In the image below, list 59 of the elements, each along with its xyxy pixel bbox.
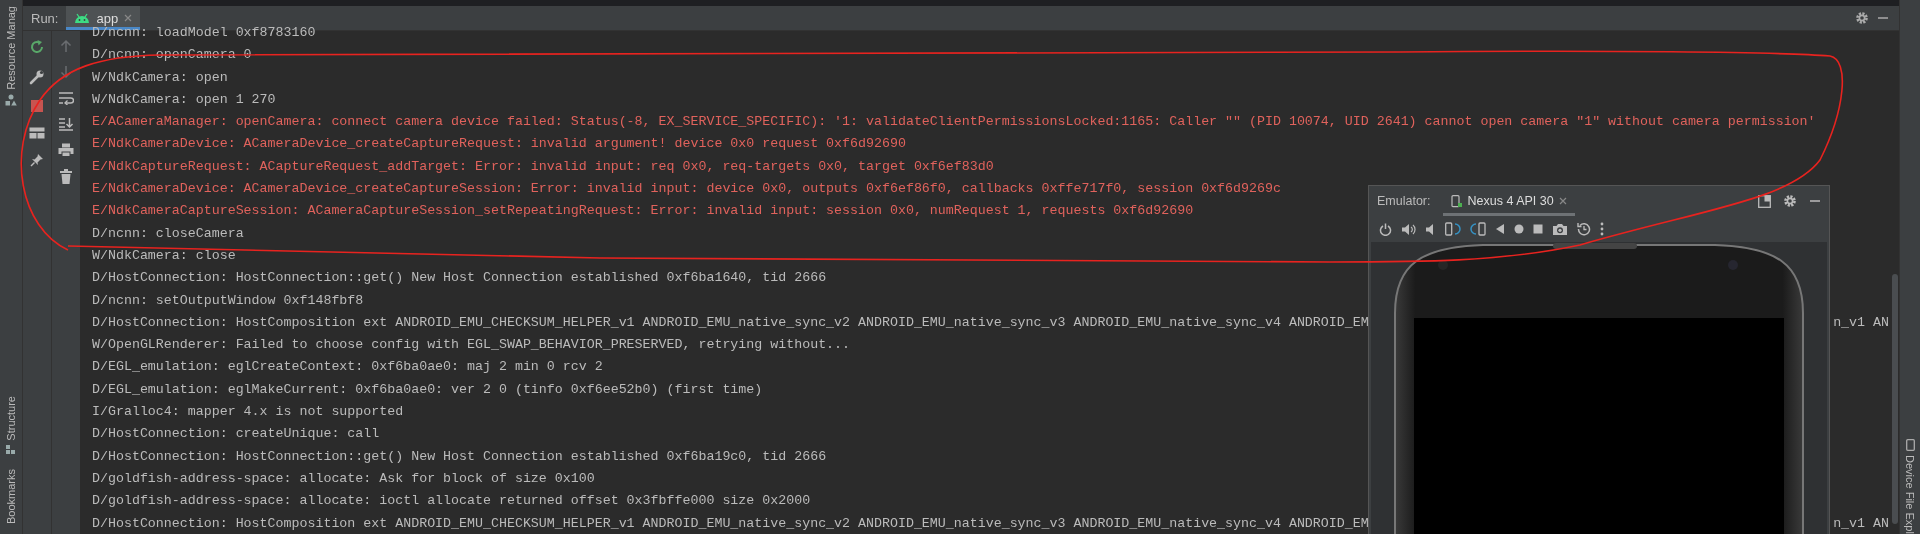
layout-icon[interactable] [29,127,45,139]
tool-window-label[interactable]: Device File Expl [1904,455,1916,534]
log-line: W/NdkCamera: open [92,68,228,87]
android-icon [74,12,91,24]
log-line: D/HostConnection: HostConnection::get() New Host Connection established 0xf6ba1640, tid 2666 [92,269,827,288]
log-line: D/HostConnection: HostComposition ext ANDROID_EMU_CHECKSUM_HELPER_v1 ANDROID_EMU_native_sync_v2 ANDROID_EMU_native_sync_v3 ANDROID_EMU_native_sync_v4 ANDROID_EM [92,514,1369,533]
overview-icon[interactable] [1533,224,1543,234]
log-line: D/HostConnection: HostComposition ext ANDROID_EMU_CHECKSUM_HELPER_v1 ANDROID_EMU_native_sync_v2 ANDROID_EMU_native_sync_v3 ANDROID_EMU_native_sync_v4 ANDROID_EM [92,313,1369,332]
tool-window-label[interactable]: Bookmarks [5,468,17,524]
power-icon[interactable] [1379,222,1392,236]
phone-icon [1905,439,1915,452]
soft-wrap-icon[interactable] [58,91,74,105]
volume-up-icon[interactable] [1401,222,1416,236]
log-line: W/NdkCamera: close [92,246,236,265]
scrollbar-thumb[interactable] [1892,274,1898,524]
pin-icon[interactable] [30,153,44,167]
scroll-to-end-icon[interactable] [58,117,74,131]
home-icon[interactable] [1514,224,1524,234]
log-line: E/ACameraManager: openCamera: connect camera device failed: Status(-8, EX_SERVICE_SPECIFIC): '1: validateClientPermissionsLocked:1165: Caller "" (PID 10074, UID 2641) cannot open camera "1" without camera permission' [92,113,1816,132]
log-line: D/ncnn: closeCamera [92,224,244,243]
log-line: D/EGL_emulation: eglCreateContext: 0xf6ba0ae0: maj 2 min 0 rcv 2 [92,358,603,377]
log-line: I/Gralloc4: mapper 4.x is not supported [92,403,404,422]
volume-down-icon[interactable] [1425,222,1436,236]
log-line: D/HostConnection: HostConnection::get() New Host Connection established 0xf6ba19c0, tid 2666 [92,447,827,466]
structure-icon [6,444,16,455]
close-icon[interactable] [1558,197,1567,205]
rotate-left-icon[interactable] [1445,222,1461,236]
settings-icon[interactable] [1783,194,1797,208]
window-mode-icon[interactable] [1758,194,1771,208]
history-icon[interactable] [1577,222,1591,236]
print-icon[interactable] [58,143,74,157]
trash-icon[interactable] [59,169,73,184]
emulator-label: Emulator: [1377,194,1431,208]
log-line: E/NdkCameraDevice: ACameraDevice_createCaptureSession: Error: invalid input: device 0x0, outputs 0xf6ef86f0, callbacks 0xffe717f0, session 0xf6d9269c [92,180,1281,199]
log-line: W/NdkCamera: open 1 270 [92,90,276,109]
log-line: E/NdkCameraDevice: ACameraDevice_createCaptureRequest: invalid argument! device 0x0 request 0xf6d92690 [92,135,906,154]
wrench-icon[interactable] [29,69,45,85]
tool-window-label[interactable]: Structure [5,396,17,441]
settings-icon[interactable] [1855,11,1869,25]
log-line: n_v1 AN [1833,313,1889,332]
device-icon [1450,194,1463,208]
log-line: E/NdkCaptureRequest: ACaptureRequest_addTarget: Error: invalid input: req 0x0, req-targets 0x0, target 0xf6ef83d0 [92,157,994,176]
log-line: n_v1 AN [1833,514,1889,533]
log-line: D/goldfish-address-space: allocate: Ask for block of size 0x100 [92,469,595,488]
rotate-right-icon[interactable] [1470,222,1486,236]
log-line: W/OpenGLRenderer: Failed to choose config with EGL_SWAP_BEHAVIOR_PRESERVED, retrying without... [92,336,851,355]
log-line: D/EGL_emulation: eglMakeCurrent: 0xf6ba0ae0: ver 2 0 (tinfo 0xf6ee52b0) (first time) [92,380,763,399]
log-line: D/HostConnection: createUnique: call [92,425,380,444]
back-icon[interactable] [1495,223,1505,235]
rerun-icon[interactable] [29,39,45,55]
run-label: Run: [31,10,59,26]
log-line: E/NdkCameraCaptureSession: ACameraCaptureSession_setRepeatingRequest: Error: invalid input: session 0x0, numRequest 1, requests 0xf6d92690 [92,202,1194,221]
camera-icon[interactable] [1552,222,1568,236]
log-line: D/goldfish-address-space: allocate: ioctl allocate returned offset 0x3fbffe000 size 0x2000 [92,492,811,511]
log-line: D/ncnn: setOutputWindow 0xf148fbf8 [92,291,364,310]
shapes-icon [5,93,17,106]
tool-window-label[interactable]: Resource Manag [5,6,17,90]
device-tab[interactable]: Nexus 4 API 30 [1442,186,1575,216]
more-icon[interactable] [1600,222,1604,236]
